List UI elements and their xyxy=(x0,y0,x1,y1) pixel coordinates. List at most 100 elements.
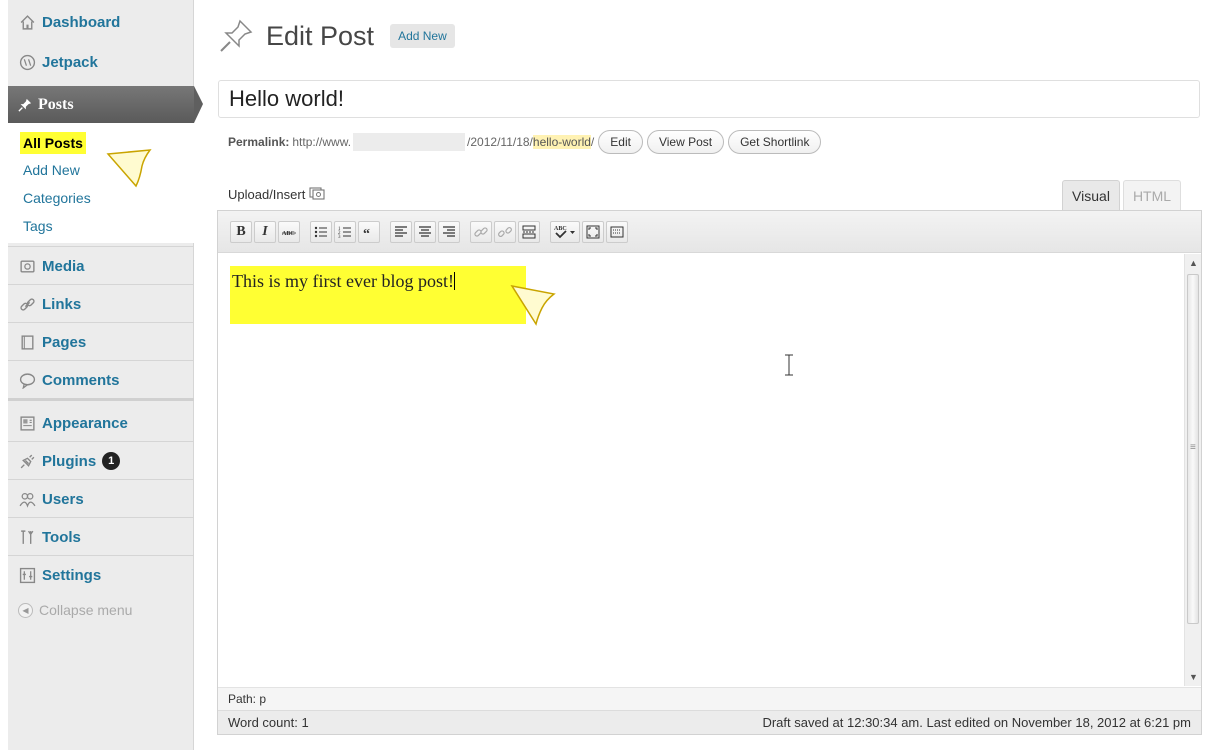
menu-divider xyxy=(8,441,194,442)
post-title-input[interactable]: Hello world! xyxy=(218,80,1200,118)
bold-button[interactable]: B xyxy=(230,220,252,243)
menu-media-label: Media xyxy=(42,257,85,275)
link-icon xyxy=(17,295,37,313)
permalink-end: / xyxy=(590,135,595,149)
align-left-icon xyxy=(395,225,407,237)
bullet-list-icon xyxy=(314,226,327,237)
scroll-up-arrow-icon[interactable]: ▲ xyxy=(1189,258,1198,268)
tools-icon xyxy=(17,528,37,546)
menu-links[interactable]: Links xyxy=(8,286,194,322)
menu-dashboard[interactable]: Dashboard xyxy=(8,4,194,40)
upload-insert-link[interactable]: Upload/Insert xyxy=(228,186,325,203)
toolbar-toggle-icon xyxy=(610,226,624,237)
page-header: Edit Post Add New xyxy=(218,18,455,54)
spellcheck-button[interactable]: ABC xyxy=(550,220,580,243)
menu-plugins-label: Plugins xyxy=(42,452,97,470)
menu-media[interactable]: Media xyxy=(8,248,194,284)
add-media-icon[interactable] xyxy=(309,186,325,203)
tab-visual[interactable]: Visual xyxy=(1062,180,1120,210)
menu-posts-label: Posts xyxy=(38,95,74,113)
pages-icon xyxy=(17,333,37,351)
grip-icon: ≡ xyxy=(1190,442,1196,453)
align-center-icon xyxy=(419,225,431,237)
jetpack-icon xyxy=(17,53,37,71)
link-icon xyxy=(474,226,488,237)
editor-status-bar: Word count: 1 Draft saved at 12:30:34 am… xyxy=(218,710,1201,734)
media-icon xyxy=(17,257,37,275)
menu-posts[interactable]: Posts xyxy=(8,86,194,123)
insert-link-button[interactable] xyxy=(470,220,492,243)
quote-icon: “ xyxy=(363,227,370,240)
permalink-prefix: http://www. xyxy=(292,135,352,149)
page-title: Edit Post xyxy=(266,20,375,51)
svg-text:ABC: ABC xyxy=(282,231,295,237)
unlink-button[interactable] xyxy=(494,220,516,243)
text-cursor-icon xyxy=(785,354,793,376)
permalink-redacted-domain xyxy=(353,133,466,151)
menu-pages[interactable]: Pages xyxy=(8,324,194,360)
menu-divider xyxy=(8,479,194,480)
align-right-icon xyxy=(443,225,455,237)
submenu-tags[interactable]: Tags xyxy=(23,215,53,237)
align-center-button[interactable] xyxy=(414,220,436,243)
strikethrough-icon: ABC xyxy=(282,231,296,237)
posts-submenu: All Posts Add New Categories Tags xyxy=(8,123,194,243)
tab-html[interactable]: HTML xyxy=(1123,180,1181,210)
scrollbar-thumb[interactable]: ≡ xyxy=(1187,274,1199,624)
insert-more-tag-button[interactable] xyxy=(518,220,540,243)
menu-plugins[interactable]: Plugins 1 xyxy=(8,443,194,479)
scroll-down-arrow-icon[interactable]: ▼ xyxy=(1189,672,1198,682)
plugin-update-count-badge: 1 xyxy=(102,452,121,470)
spellcheck-icon: ABC xyxy=(554,226,575,238)
edit-permalink-button[interactable]: Edit xyxy=(598,130,643,154)
menu-comments-label: Comments xyxy=(42,371,120,389)
submenu-all-posts[interactable]: All Posts xyxy=(20,132,86,154)
menu-tools[interactable]: Tools xyxy=(8,519,194,555)
add-new-post-button[interactable]: Add New xyxy=(390,24,455,48)
menu-divider xyxy=(8,555,194,556)
dashboard-icon xyxy=(17,13,37,31)
blockquote-button[interactable]: “ xyxy=(358,220,380,243)
svg-text:3: 3 xyxy=(338,235,341,240)
menu-jetpack-label: Jetpack xyxy=(42,53,98,71)
submenu-add-new[interactable]: Add New xyxy=(23,159,80,181)
menu-appearance[interactable]: Appearance xyxy=(8,405,194,441)
main-content: Edit Post Add New Hello world! Permalink… xyxy=(196,0,1217,750)
fullscreen-button[interactable] xyxy=(582,220,604,243)
align-left-button[interactable] xyxy=(390,220,412,243)
collapse-menu-button[interactable]: ◀ Collapse menu xyxy=(18,602,132,618)
settings-icon xyxy=(17,566,37,584)
unlink-icon xyxy=(498,226,512,237)
bullet-list-button[interactable] xyxy=(310,220,332,243)
menu-jetpack[interactable]: Jetpack xyxy=(8,44,194,80)
kitchen-sink-button[interactable] xyxy=(606,220,628,243)
collapse-menu-label: Collapse menu xyxy=(39,602,133,618)
post-body-content: This is my first ever blog post! xyxy=(232,271,454,291)
editor-toolbar: B I ABC 123 “ ABC xyxy=(218,211,1201,253)
menu-section-divider xyxy=(8,398,194,401)
submenu-categories[interactable]: Categories xyxy=(23,187,91,209)
menu-comments[interactable]: Comments xyxy=(8,362,194,398)
menu-users[interactable]: Users xyxy=(8,481,194,517)
strikethrough-button[interactable]: ABC xyxy=(278,220,300,243)
editor-content-area[interactable]: This is my first ever blog post! xyxy=(218,254,1184,686)
menu-divider xyxy=(8,246,194,247)
permalink-slug[interactable]: hello-world xyxy=(532,135,591,149)
align-right-button[interactable] xyxy=(438,220,460,243)
numbered-list-button[interactable]: 123 xyxy=(334,220,356,243)
callout-pointer-icon xyxy=(510,284,556,326)
get-shortlink-button[interactable]: Get Shortlink xyxy=(728,130,822,154)
post-body-text: This is my first ever blog post! xyxy=(230,266,526,324)
editor-path-bar: Path: p xyxy=(218,687,1201,710)
italic-button[interactable]: I xyxy=(254,220,276,243)
menu-settings[interactable]: Settings xyxy=(8,557,194,593)
editor-scrollbar[interactable]: ▲ ≡ ▼ xyxy=(1184,254,1201,686)
fullscreen-icon xyxy=(586,225,600,238)
appearance-icon xyxy=(17,414,37,432)
more-tag-icon xyxy=(522,225,536,238)
menu-divider xyxy=(8,517,194,518)
numbered-list-icon: 123 xyxy=(338,227,351,240)
users-icon xyxy=(17,490,37,508)
view-post-button[interactable]: View Post xyxy=(646,130,725,154)
menu-tools-label: Tools xyxy=(42,528,81,546)
